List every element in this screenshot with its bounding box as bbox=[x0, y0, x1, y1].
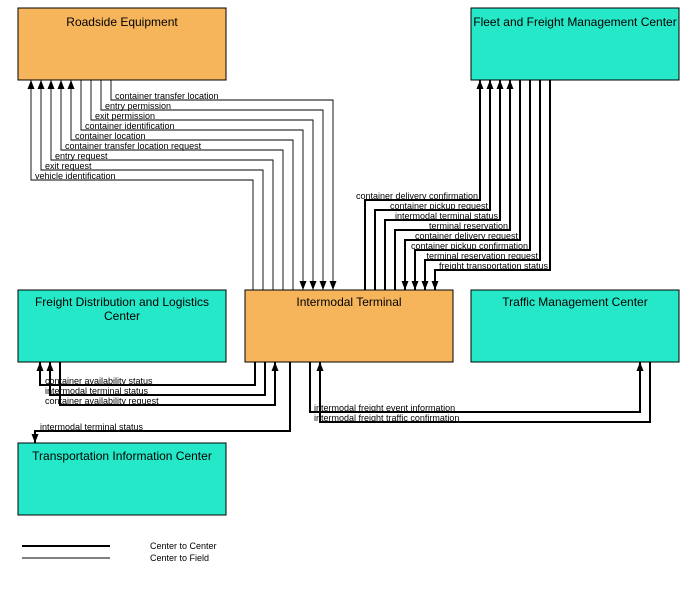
legend-field-label: Center to Field bbox=[150, 553, 209, 563]
flow-label: intermodal freight traffic confirmation bbox=[314, 413, 459, 423]
flow-label: container delivery confirmation bbox=[356, 191, 478, 201]
flow-label: entry request bbox=[55, 151, 108, 161]
architecture-diagram: Roadside Equipment Fleet and Freight Man… bbox=[0, 0, 689, 590]
flow-label: exit permission bbox=[95, 111, 155, 121]
flow-label: container transfer location request bbox=[65, 141, 202, 151]
node-intermodal-label: Intermodal Terminal bbox=[296, 295, 401, 309]
flow-label: intermodal terminal status bbox=[40, 422, 144, 432]
flow-label: freight transportation status bbox=[439, 261, 549, 271]
flow-label: container pickup confirmation bbox=[411, 241, 528, 251]
flow-label: container availability status bbox=[45, 376, 153, 386]
flow-label: exit request bbox=[45, 161, 92, 171]
node-freight-label-2: Center bbox=[104, 309, 140, 323]
flow-label: terminal reservation bbox=[429, 221, 508, 231]
flow-label: terminal reservation request bbox=[426, 251, 538, 261]
flow-label: container availability request bbox=[45, 396, 159, 406]
node-fleet-label: Fleet and Freight Management Center bbox=[473, 15, 676, 29]
node-roadside-label: Roadside Equipment bbox=[66, 15, 178, 29]
node-transport-label: Transportation Information Center bbox=[32, 449, 212, 463]
flow-label: intermodal terminal status bbox=[45, 386, 149, 396]
node-freight-label-1: Freight Distribution and Logistics bbox=[35, 295, 209, 309]
node-traffic-label: Traffic Management Center bbox=[502, 295, 647, 309]
flow-label: container delivery request bbox=[415, 231, 519, 241]
flow-label: vehicle identification bbox=[35, 171, 116, 181]
flow-line bbox=[51, 80, 273, 290]
flow-label: container transfer location bbox=[115, 91, 219, 101]
flow-label: entry permission bbox=[105, 101, 171, 111]
flow-label: intermodal freight event information bbox=[314, 403, 455, 413]
legend-center-label: Center to Center bbox=[150, 541, 217, 551]
flow-label: container pickup request bbox=[390, 201, 489, 211]
flow-label: container identification bbox=[85, 121, 175, 131]
flow-label: intermodal terminal status bbox=[395, 211, 499, 221]
flow-label: container location bbox=[75, 131, 146, 141]
